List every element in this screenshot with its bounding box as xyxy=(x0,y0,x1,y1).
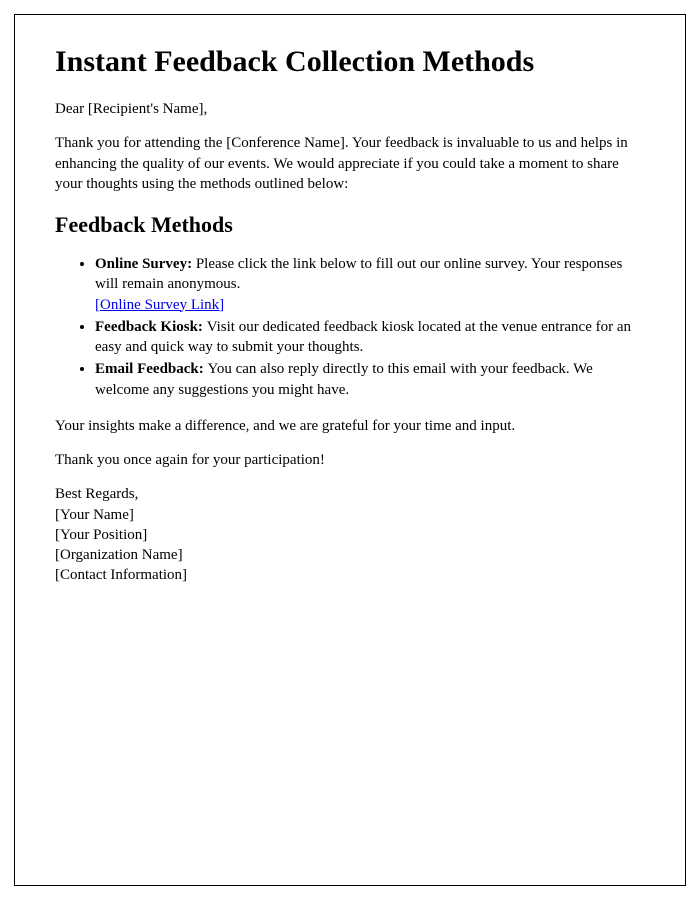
list-item: Online Survey: Please click the link bel… xyxy=(95,254,645,315)
signature-line: Best Regards, xyxy=(55,484,645,504)
document-page: Instant Feedback Collection Methods Dear… xyxy=(14,14,686,886)
method-label: Online Survey: xyxy=(95,256,196,272)
signature-line: [Contact Information] xyxy=(55,565,645,585)
survey-link[interactable]: [Online Survey Link] xyxy=(95,297,224,313)
section-heading: Feedback Methods xyxy=(55,212,645,238)
closing-paragraph: Your insights make a difference, and we … xyxy=(55,416,645,436)
methods-list: Online Survey: Please click the link bel… xyxy=(95,254,645,400)
method-label: Feedback Kiosk: xyxy=(95,319,207,335)
signature-line: [Your Position] xyxy=(55,525,645,545)
closing-paragraph: Thank you once again for your participat… xyxy=(55,450,645,470)
method-label: Email Feedback: xyxy=(95,361,208,377)
list-item: Email Feedback: You can also reply direc… xyxy=(95,359,645,400)
signature-line: [Your Name] xyxy=(55,505,645,525)
signature-block: Best Regards, [Your Name] [Your Position… xyxy=(55,484,645,585)
signature-line: [Organization Name] xyxy=(55,545,645,565)
intro-paragraph: Thank you for attending the [Conference … xyxy=(55,133,645,194)
list-item: Feedback Kiosk: Visit our dedicated feed… xyxy=(95,317,645,358)
greeting-line: Dear [Recipient's Name], xyxy=(55,99,645,119)
page-title: Instant Feedback Collection Methods xyxy=(55,45,645,79)
